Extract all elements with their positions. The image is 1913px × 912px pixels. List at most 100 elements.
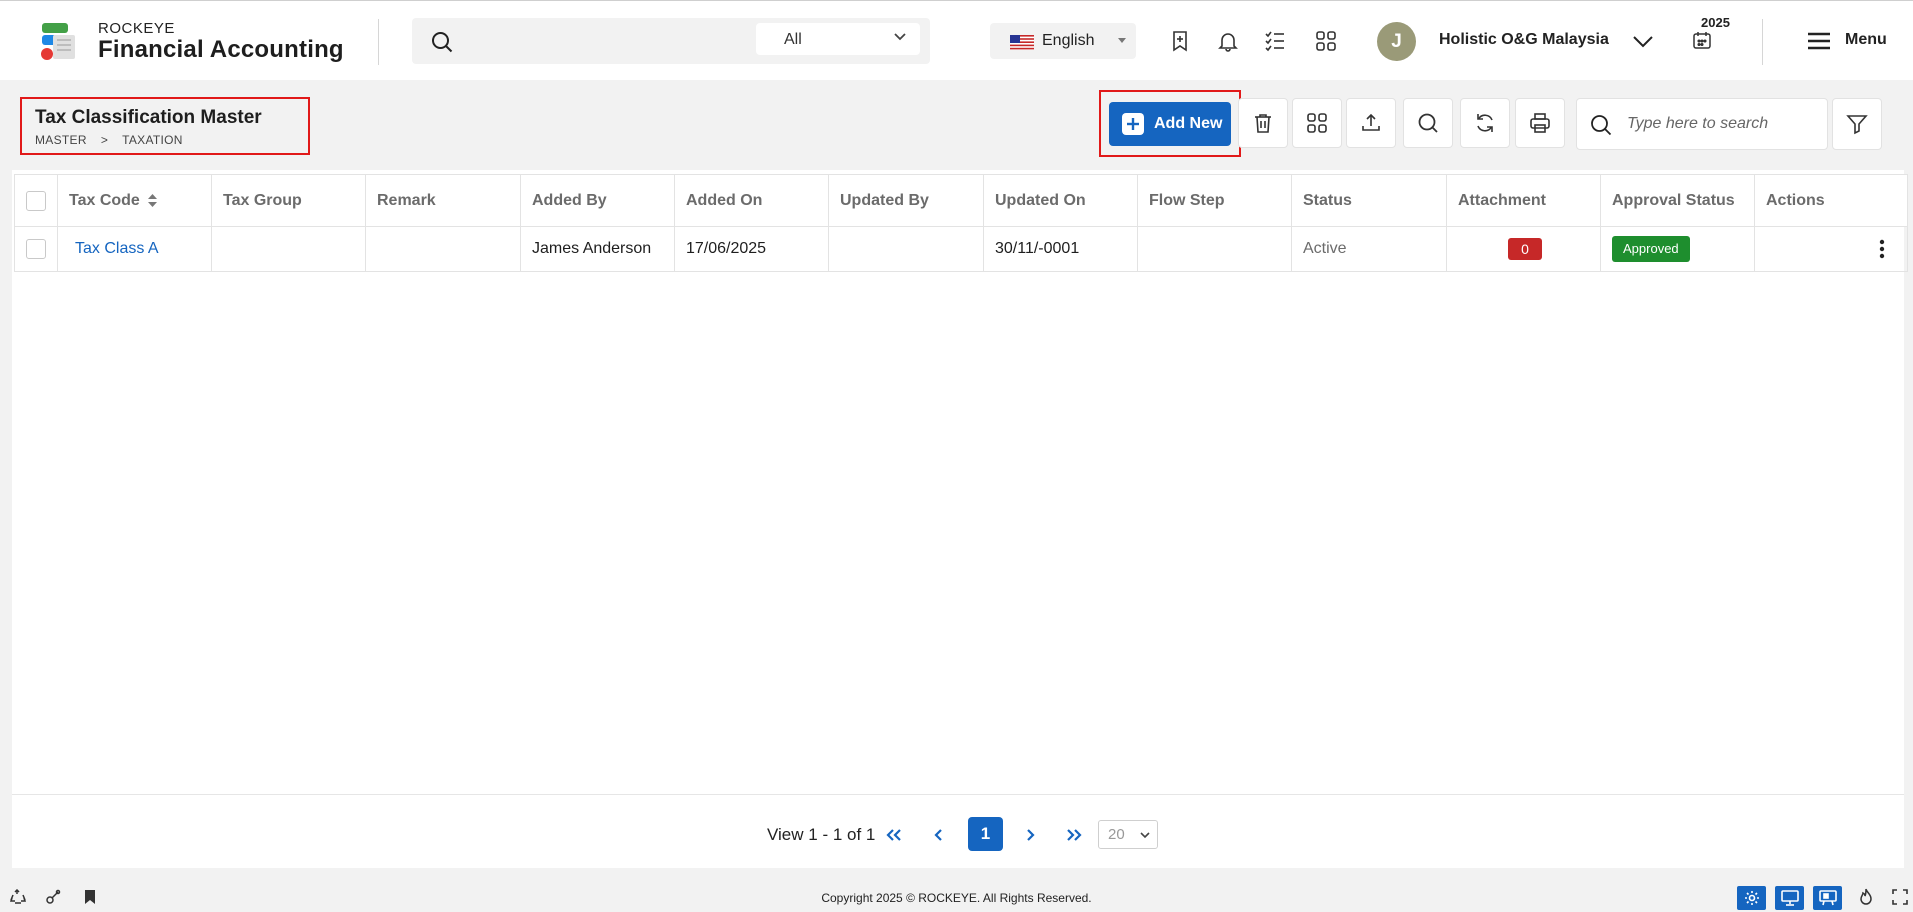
chevron-down-icon xyxy=(1140,832,1150,839)
presentation-icon[interactable] xyxy=(1813,886,1842,910)
column-header-actions: Actions xyxy=(1754,174,1908,227)
table-row[interactable]: Tax Class A James Anderson 17/06/2025 30… xyxy=(14,226,1908,272)
grid-view-button[interactable] xyxy=(1292,98,1342,148)
add-new-button[interactable]: Add New xyxy=(1109,102,1231,146)
delete-button[interactable] xyxy=(1238,98,1288,148)
table-search-field[interactable] xyxy=(1576,98,1828,150)
cell-updated-by xyxy=(828,226,984,272)
column-header-approval-status[interactable]: Approval Status xyxy=(1600,174,1755,227)
cell-approval-status: Approved xyxy=(1600,226,1755,272)
column-header-attachment[interactable]: Attachment xyxy=(1446,174,1601,227)
footer: Copyright 2025 © ROCKEYE. All Rights Res… xyxy=(0,880,1913,912)
pagination-summary: View 1 - 1 of 1 xyxy=(767,825,876,844)
tax-classification-table: Tax Code Tax Group Remark Added By Added… xyxy=(14,174,1908,272)
user-avatar[interactable]: J xyxy=(1377,22,1416,61)
cell-tax-code: Tax Class A xyxy=(57,226,212,272)
column-header-added-on[interactable]: Added On xyxy=(674,174,829,227)
apps-grid-icon[interactable] xyxy=(1312,27,1340,55)
export-button[interactable] xyxy=(1346,98,1396,148)
more-vertical-icon[interactable] xyxy=(1879,239,1885,259)
column-header-flow-step[interactable]: Flow Step xyxy=(1137,174,1292,227)
printer-icon xyxy=(1529,112,1551,134)
bookmark-add-icon[interactable] xyxy=(1166,27,1194,55)
cell-added-by: James Anderson xyxy=(520,226,675,272)
search-scope-value: All xyxy=(784,31,802,48)
filter-button[interactable] xyxy=(1832,98,1882,150)
global-search-bar[interactable]: All xyxy=(412,18,930,64)
cell-attachment: 0 xyxy=(1446,226,1601,272)
sort-icon[interactable] xyxy=(147,193,157,207)
caret-down-icon xyxy=(1118,38,1126,43)
cell-actions xyxy=(1754,226,1908,272)
search-scope-select[interactable]: All xyxy=(756,23,920,55)
rockeye-logo[interactable] xyxy=(38,21,78,63)
column-header-status[interactable]: Status xyxy=(1291,174,1447,227)
column-header-remark[interactable]: Remark xyxy=(365,174,521,227)
grid-view-icon xyxy=(1306,112,1328,134)
task-checklist-icon[interactable] xyxy=(1261,27,1289,55)
search-icon[interactable] xyxy=(430,30,454,54)
approval-status-badge: Approved xyxy=(1612,236,1690,262)
row-select-cell xyxy=(14,226,58,272)
menu-button[interactable]: Menu xyxy=(1845,31,1887,49)
page-size-select[interactable]: 20 xyxy=(1098,820,1158,849)
top-header: ROCKEYE Financial Accounting All English xyxy=(0,0,1913,80)
fullscreen-icon[interactable] xyxy=(1891,888,1909,906)
current-page-button[interactable]: 1 xyxy=(968,817,1003,851)
app-name: Financial Accounting xyxy=(98,36,344,63)
search-icon xyxy=(1589,113,1613,137)
company-name[interactable]: Holistic O&G Malaysia xyxy=(1439,31,1609,49)
refresh-button[interactable] xyxy=(1460,98,1510,148)
header-divider xyxy=(1762,19,1763,65)
advanced-search-button[interactable] xyxy=(1403,98,1453,148)
column-header-updated-by[interactable]: Updated By xyxy=(828,174,984,227)
first-page-icon[interactable] xyxy=(880,820,908,850)
column-header-tax-code[interactable]: Tax Code xyxy=(57,174,212,227)
table-search-input[interactable] xyxy=(1627,112,1822,136)
print-button[interactable] xyxy=(1515,98,1565,148)
select-all-checkbox[interactable] xyxy=(26,190,46,211)
page-title-block: Tax Classification Master MASTER > TAXATIO… xyxy=(20,97,310,155)
us-flag-icon xyxy=(1010,35,1034,50)
page-title: Tax Classification Master xyxy=(35,107,262,128)
monitor-icon[interactable] xyxy=(1775,886,1804,910)
column-header-added-by[interactable]: Added By xyxy=(520,174,675,227)
select-all-cell xyxy=(14,174,58,227)
header-divider xyxy=(378,19,379,65)
copyright-text: Copyright 2025 © ROCKEYE. All Rights Res… xyxy=(821,891,1092,905)
add-new-highlight: Add New xyxy=(1099,90,1241,157)
hamburger-menu-icon[interactable] xyxy=(1806,27,1832,55)
search-icon xyxy=(1417,112,1439,134)
add-new-label: Add New xyxy=(1154,115,1223,132)
cell-tax-group xyxy=(211,226,366,272)
column-header-updated-on[interactable]: Updated On xyxy=(983,174,1138,227)
chevron-down-icon[interactable] xyxy=(1631,29,1655,53)
chevron-down-icon xyxy=(894,33,906,41)
breadcrumb-item-taxation[interactable]: TAXATION xyxy=(122,133,183,147)
fire-icon[interactable] xyxy=(1857,888,1875,906)
plus-icon xyxy=(1122,113,1144,135)
tax-code-link[interactable]: Tax Class A xyxy=(69,240,159,257)
next-page-icon[interactable] xyxy=(1016,820,1044,850)
settings-gear-icon[interactable] xyxy=(1737,886,1766,910)
fiscal-year-selector[interactable]: 2025 xyxy=(1686,15,1738,55)
trash-icon xyxy=(1252,112,1274,134)
cell-updated-on: 30/11/-0001 xyxy=(983,226,1138,272)
brand-company-name: ROCKEYE xyxy=(98,20,175,37)
fiscal-year: 2025 xyxy=(1701,15,1730,30)
row-checkbox[interactable] xyxy=(26,239,46,259)
filter-icon xyxy=(1846,113,1868,135)
data-grid: Tax Code Tax Group Remark Added By Added… xyxy=(12,170,1908,868)
page-size-value: 20 xyxy=(1108,826,1125,843)
notification-bell-icon[interactable] xyxy=(1214,27,1242,55)
cell-flow-step xyxy=(1137,226,1292,272)
calendar-icon xyxy=(1692,30,1712,50)
language-select[interactable]: English xyxy=(990,23,1136,59)
cell-added-on: 17/06/2025 xyxy=(674,226,829,272)
last-page-icon[interactable] xyxy=(1060,820,1088,850)
pagination-divider xyxy=(12,794,1904,795)
previous-page-icon[interactable] xyxy=(925,820,953,850)
column-header-tax-group[interactable]: Tax Group xyxy=(211,174,366,227)
breadcrumb-item-master[interactable]: MASTER xyxy=(35,133,87,147)
attachment-count-badge[interactable]: 0 xyxy=(1508,238,1542,260)
